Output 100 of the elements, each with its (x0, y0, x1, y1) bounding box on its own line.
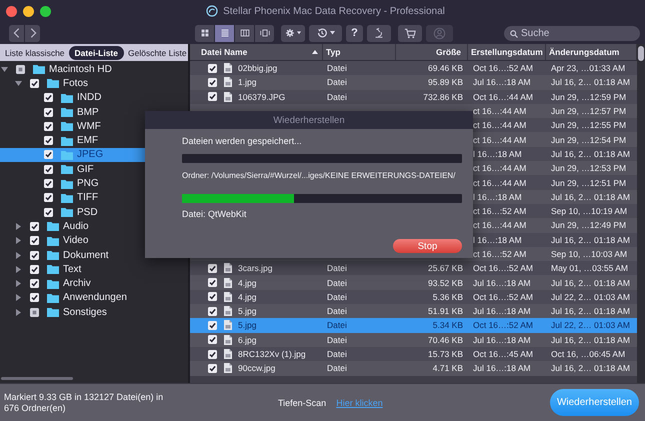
table-cell: Jul 16, 2… 01:18 AM (551, 363, 630, 374)
table-cell: Jun 29, …12:51 PM (551, 178, 626, 188)
table-cell: Jun 29, …12:55 PM (551, 120, 626, 130)
file-name: 5.jpg (238, 306, 256, 316)
tree-label: Anwendungen (63, 292, 127, 304)
table-cell: Jul 22, 2… 01:03 AM (551, 292, 630, 302)
tree-label: JPEG (77, 149, 104, 160)
table-cell: Oct 16…:52 AM (473, 320, 533, 330)
table-cell: 5.34 KB (432, 320, 463, 330)
tree-label: Text (63, 264, 82, 275)
table-cell: Jul 16…:18 AM (473, 278, 531, 288)
deep-scan-label: Tiefen-Scan (278, 398, 326, 408)
table-cell: Oct 16…:44 AM (473, 92, 533, 102)
tree-label: Audio (63, 220, 89, 232)
table-cell: Datei (327, 92, 347, 102)
tree-label: PNG (77, 178, 99, 190)
table-cell: l 16…:18 AM (473, 148, 522, 159)
table-cell: Oct 16…:52 AM (473, 292, 533, 302)
table-cell: Jun 29, …12:57 PM (551, 106, 626, 116)
table-cell: 25.67 KB (428, 263, 463, 274)
table-cell: Apr 23, …01:33 AM (551, 63, 626, 74)
tree-label: BMP (77, 106, 99, 118)
table-cell: 70.46 KB (428, 334, 463, 345)
table-cell: ct 16…:52 AM (473, 206, 526, 216)
table-cell: Datei (327, 320, 347, 330)
file-name: 6.jpg (238, 334, 256, 345)
table-cell: 51.91 KB (428, 306, 463, 316)
tree-label: Fotos (63, 78, 88, 89)
table-cell: 732.86 KB (423, 92, 463, 102)
table-cell: 69.46 KB (428, 63, 463, 74)
table-cell: l 16…:18 AM (473, 192, 522, 202)
tree-label: Archiv (63, 278, 91, 290)
tree-label: Sonstiges (63, 306, 107, 318)
file-name: 8RC132Xv (1).jpg (238, 349, 306, 360)
file-name: 90ccw.jpg (238, 363, 276, 374)
table-cell: Oct 16, …06:45 AM (551, 349, 626, 360)
tree-label: Macintosh HD (49, 64, 112, 75)
table-cell: Oct 16…:52 AM (473, 263, 533, 274)
tree-label: EMF (77, 135, 98, 146)
table-cell: ct 16…:44 AM (473, 106, 526, 116)
table-cell: ct 16…:44 AM (473, 178, 526, 188)
tree-label: TIFF (77, 192, 98, 204)
table-cell: May 01, …03:55 AM (551, 263, 628, 274)
table-cell: Oct 16…:52 AM (473, 63, 533, 74)
folder-path: Ordner: /Volumes/Sierra/#Wurzel/...iges/KEINE ERWEITERUNGS-DATEIEN/ (182, 171, 456, 180)
table-cell: Datei (327, 363, 347, 374)
table-cell: 95.89 KB (428, 77, 463, 88)
table-cell: Jul 16, 2… 01:18 AM (551, 234, 630, 245)
file-name: 3cars.jpg (238, 263, 272, 274)
table-cell: Datei (327, 63, 347, 74)
table-cell: Jul 16, 2… 01:18 AM (551, 77, 630, 88)
table-cell: Jul 16…:18 AM (473, 306, 531, 316)
file-name: 1.jpg (238, 77, 256, 88)
table-cell: Jul 16, 2… 01:18 AM (551, 278, 630, 288)
file-name: 4.jpg (238, 292, 256, 302)
table-cell: ct 16…:52 AM (473, 249, 526, 259)
table-cell: Sep 10, …10:19 AM (551, 206, 628, 216)
table-cell: 5.36 KB (432, 292, 463, 302)
table-cell: Jul 16…:18 AM (473, 77, 531, 88)
table-cell: Jul 16…:18 AM (473, 334, 531, 345)
tree-label: WMF (77, 120, 101, 132)
table-cell: Sep 10, …10:03 AM (551, 249, 628, 259)
table-cell: 4.71 KB (432, 363, 463, 374)
table-cell: Jul 16, 2… 01:18 AM (551, 192, 630, 202)
table-cell: Oct 16…:45 AM (473, 349, 533, 360)
table-cell: ct 16…:44 AM (473, 163, 526, 174)
selection-summary: Markiert 9.33 GB in 132127 Datei(en) in 676 Ordner(en) (3, 392, 164, 414)
table-cell: Jun 29, …12:49 PM (551, 220, 626, 230)
table-cell: Jun 29, …12:54 PM (551, 134, 626, 145)
status-text: Dateien werden gespeichert... (182, 136, 303, 146)
table-cell: l 16…:18 AM (473, 234, 522, 245)
table-cell: Jul 22, 2… 01:03 AM (551, 320, 630, 330)
table-cell: Jun 29, …12:59 PM (551, 92, 626, 102)
table-cell: Jul 16, 2… 01:18 AM (551, 148, 630, 159)
file-name: 5.jpg (238, 320, 256, 330)
table-cell: Jul 16…:18 AM (473, 363, 531, 374)
table-cell: Datei (327, 334, 347, 345)
table-cell: Datei (327, 306, 347, 316)
table-cell: 15.73 KB (428, 349, 463, 360)
table-cell: Datei (327, 77, 347, 88)
file-name: 106379.JPG (238, 92, 286, 102)
file-name: 02bbig.jpg (238, 63, 278, 74)
tree-label: PSD (77, 206, 98, 218)
table-cell: Jul 16, 2… 01:18 AM (551, 334, 630, 345)
table-cell: Datei (327, 292, 347, 302)
table-cell: Jun 29, …12:53 PM (551, 163, 626, 174)
table-cell: Jul 16, 2… 01:18 AM (551, 306, 630, 316)
file-path: Datei: QtWebKit (182, 209, 248, 219)
table-cell: 93.52 KB (428, 278, 463, 288)
table-cell: ct 16…:44 AM (473, 220, 526, 230)
tree-label: GIF (77, 164, 94, 175)
window-title: Stellar Phoenix Mac Data Recovery - Professional (223, 6, 445, 16)
tree-label: Dokument (63, 250, 109, 260)
table-cell: ct 16…:44 AM (473, 120, 526, 130)
table-cell: Datei (327, 263, 347, 274)
tree-label: Video (63, 235, 88, 246)
tree-label: INDD (77, 92, 102, 104)
file-name: 4.jpg (238, 278, 256, 288)
table-cell: ct 16…:44 AM (473, 134, 526, 145)
table-cell: Datei (327, 278, 347, 288)
